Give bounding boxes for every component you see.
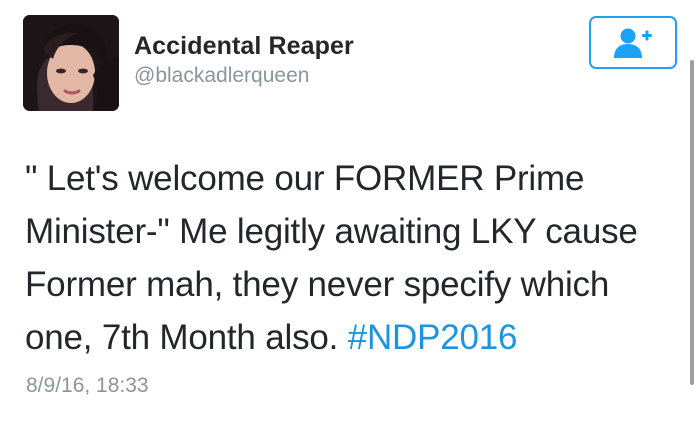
add-user-icon	[614, 28, 652, 58]
tweet-text-line: one, 7th Month also. #NDP2016	[25, 311, 685, 364]
follow-button[interactable]	[589, 16, 677, 69]
avatar[interactable]	[23, 15, 119, 111]
hashtag-link[interactable]: #NDP2016	[348, 318, 518, 357]
tweet-text-fragment: one, 7th Month also.	[25, 318, 348, 357]
tweet-text-line: " Let's welcome our FORMER Prime	[25, 159, 585, 198]
avatar-image	[23, 15, 119, 111]
tweet-text-line: Former mah, they never specify which	[25, 265, 610, 304]
scroll-indicator[interactable]	[690, 60, 694, 385]
tweet-text-line: Minister-" Me legitly awaiting LKY cause	[25, 212, 638, 251]
tweet-card: Accidental Reaper @blackadlerqueen " Let…	[0, 0, 700, 421]
tweet-timestamp[interactable]: 8/9/16, 18:33	[26, 374, 149, 398]
display-name[interactable]: Accidental Reaper	[134, 32, 354, 61]
tweet-text: " Let's welcome our FORMER Prime Ministe…	[25, 152, 685, 364]
username-handle[interactable]: @blackadlerqueen	[134, 64, 309, 88]
